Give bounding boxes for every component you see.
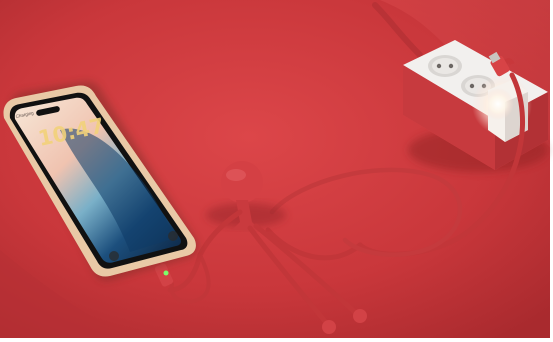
character-head: [221, 161, 263, 203]
flashlight-icon[interactable]: [109, 251, 119, 261]
character-foot-1: [322, 320, 336, 334]
camera-icon[interactable]: [168, 231, 178, 241]
scene-canvas: Charging 10:47: [0, 0, 553, 342]
bottom-border: [0, 338, 553, 342]
character-foot-2: [353, 309, 367, 323]
charger-glow: [482, 88, 514, 120]
charging-led: [163, 270, 169, 276]
product-photo: Charging 10:47: [0, 0, 553, 342]
